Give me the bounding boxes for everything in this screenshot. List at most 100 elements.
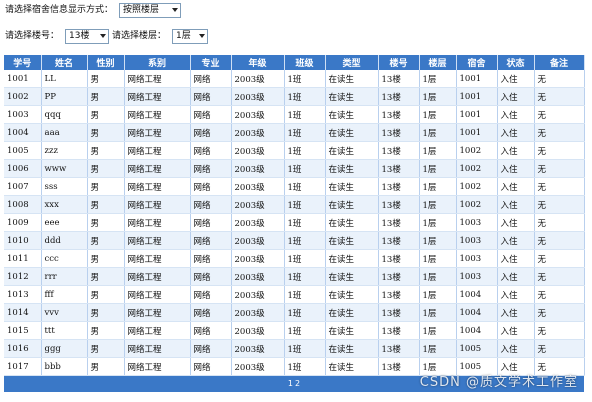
table-cell: 入住 bbox=[497, 285, 535, 304]
table-cell: 1层 bbox=[419, 123, 457, 142]
table-cell: 无 bbox=[534, 249, 585, 268]
table-cell: 1班 bbox=[284, 123, 326, 142]
floor-value: 1层 bbox=[176, 30, 191, 41]
table-cell: 1层 bbox=[419, 105, 457, 124]
table-cell: vvv bbox=[41, 303, 88, 322]
table-cell: 网络工程 bbox=[124, 321, 191, 340]
table-cell: 男 bbox=[87, 70, 125, 88]
table-cell: 男 bbox=[87, 213, 125, 232]
table-cell: 网络 bbox=[190, 339, 232, 358]
table-cell: 男 bbox=[87, 159, 125, 178]
table-row: 1011 ccc 男网络工程 网络 2003级 1班 在读生 13楼 1层 1003 入住无 bbox=[4, 249, 585, 268]
table-cell: 1班 bbox=[284, 105, 326, 124]
table-cell: 网络工程 bbox=[124, 339, 191, 358]
table-cell: fff bbox=[41, 285, 88, 304]
page-link[interactable]: 2 bbox=[295, 379, 300, 388]
table-cell: 男 bbox=[87, 141, 125, 160]
table-cell: 1013 bbox=[4, 285, 42, 304]
building-select[interactable]: 13楼 bbox=[65, 28, 110, 44]
table-cell: LL bbox=[41, 70, 88, 88]
table-cell: 1004 bbox=[4, 123, 42, 142]
table-cell: 无 bbox=[534, 70, 585, 88]
table-cell: 1班 bbox=[284, 213, 326, 232]
table-row: 1008 xxx 男网络工程 网络 2003级 1班 在读生 13楼 1层 1002 入住无 bbox=[4, 195, 585, 214]
table-cell: 无 bbox=[534, 177, 585, 196]
table-cell: 1层 bbox=[419, 177, 457, 196]
table-cell: 网络工程 bbox=[124, 195, 191, 214]
table-cell: 1003 bbox=[4, 105, 42, 124]
table-row: 1004 aaa 男网络工程 网络 2003级 1班 在读生 13楼 1层 1001 入住无 bbox=[4, 123, 585, 142]
table-cell: 在读生 bbox=[325, 177, 379, 196]
table-cell: 网络 bbox=[190, 105, 232, 124]
table-cell: 网络 bbox=[190, 70, 232, 88]
table-cell: 网络工程 bbox=[124, 231, 191, 250]
table-cell: 1层 bbox=[419, 231, 457, 250]
table-cell: 2003级 bbox=[231, 141, 285, 160]
table-row: 1007 sss 男网络工程 网络 2003级 1班 在读生 13楼 1层 1002 入住无 bbox=[4, 177, 585, 196]
column-header: 楼层 bbox=[419, 55, 457, 70]
table-cell: 2003级 bbox=[231, 105, 285, 124]
table-cell: 无 bbox=[534, 87, 585, 106]
table-cell: 无 bbox=[534, 123, 585, 142]
table-cell: 入住 bbox=[497, 123, 535, 142]
table-cell: 在读生 bbox=[325, 303, 379, 322]
table-cell: 2003级 bbox=[231, 70, 285, 88]
table-cell: 2003级 bbox=[231, 267, 285, 286]
table-cell: bbb bbox=[41, 357, 88, 376]
building-label: 请选择楼号： bbox=[5, 31, 60, 41]
table-cell: 1001 bbox=[4, 70, 42, 88]
table-cell: 无 bbox=[534, 321, 585, 340]
table-cell: 1层 bbox=[419, 141, 457, 160]
floor-label: 请选择楼层： bbox=[112, 31, 167, 41]
table-cell: 1004 bbox=[456, 321, 498, 340]
table-cell: 网络工程 bbox=[124, 159, 191, 178]
table-cell: 入住 bbox=[497, 231, 535, 250]
display-mode-value: 按照楼层 bbox=[123, 4, 160, 15]
table-cell: ccc bbox=[41, 249, 88, 268]
table-cell: 13楼 bbox=[378, 141, 420, 160]
table-cell: 1001 bbox=[456, 105, 498, 124]
table-cell: 1002 bbox=[456, 159, 498, 178]
column-header: 类型 bbox=[325, 55, 379, 70]
table-cell: 入住 bbox=[497, 213, 535, 232]
table-cell: 无 bbox=[534, 195, 585, 214]
column-header: 楼号 bbox=[378, 55, 420, 70]
table-cell: 13楼 bbox=[378, 105, 420, 124]
dormitory-table-container: 学号 姓名 性别 系别 专业 年级 班级 类型 楼号 楼层 宿舍 状态 备注 1001 LL 男网络工程 网络… bbox=[4, 55, 585, 392]
table-cell: rrr bbox=[41, 267, 88, 286]
table-cell: 无 bbox=[534, 303, 585, 322]
table-cell: 在读生 bbox=[325, 87, 379, 106]
table-cell: 2003级 bbox=[231, 159, 285, 178]
page-link[interactable]: 1 bbox=[288, 379, 293, 388]
table-row: 1010 ddd 男网络工程 网络 2003级 1班 在读生 13楼 1层 1003 入住无 bbox=[4, 231, 585, 250]
table-cell: 网络工程 bbox=[124, 249, 191, 268]
table-cell: 1005 bbox=[4, 141, 42, 160]
column-header: 专业 bbox=[190, 55, 232, 70]
table-cell: 1层 bbox=[419, 213, 457, 232]
table-row: 1003 qqq 男网络工程 网络 2003级 1班 在读生 13楼 1层 1001 入住无 bbox=[4, 105, 585, 124]
table-cell: 1层 bbox=[419, 321, 457, 340]
table-cell: 无 bbox=[534, 141, 585, 160]
table-cell: 13楼 bbox=[378, 123, 420, 142]
table-cell: 2003级 bbox=[231, 231, 285, 250]
table-cell: 1层 bbox=[419, 339, 457, 358]
table-cell: 2003级 bbox=[231, 123, 285, 142]
table-cell: 入住 bbox=[497, 141, 535, 160]
floor-select[interactable]: 1层 bbox=[172, 28, 209, 44]
watermark: CSDN @质文学术工作室 bbox=[419, 375, 578, 390]
table-cell: 在读生 bbox=[325, 70, 379, 88]
table-cell: 网络 bbox=[190, 231, 232, 250]
table-cell: 1层 bbox=[419, 303, 457, 322]
table-cell: 无 bbox=[534, 159, 585, 178]
table-cell: 1007 bbox=[4, 177, 42, 196]
table-cell: 在读生 bbox=[325, 141, 379, 160]
table-cell: 1010 bbox=[4, 231, 42, 250]
table-row: 1005 zzz 男网络工程 网络 2003级 1班 在读生 13楼 1层 1002 入住无 bbox=[4, 141, 585, 160]
table-cell: 网络工程 bbox=[124, 70, 191, 88]
table-cell: 13楼 bbox=[378, 195, 420, 214]
table-cell: 男 bbox=[87, 123, 125, 142]
building-value: 13楼 bbox=[69, 30, 90, 41]
table-cell: 1班 bbox=[284, 321, 326, 340]
display-mode-select[interactable]: 按照楼层 bbox=[119, 2, 182, 18]
dormitory-page: 请选择宿舍信息显示方式： 按照楼层 请选择楼号： 13楼 请选择楼层： 1层 学… bbox=[0, 0, 592, 402]
